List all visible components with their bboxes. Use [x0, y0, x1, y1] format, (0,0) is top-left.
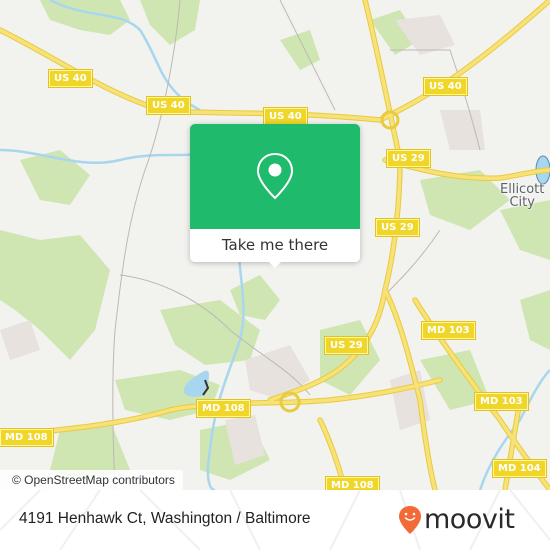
destination-popup: Take me there [190, 124, 360, 268]
route-shield-md-104: MD 104 [492, 459, 547, 478]
popup-pointer [267, 260, 283, 268]
route-shield-md-108: MD 108 [196, 399, 251, 418]
take-me-there-button[interactable]: Take me there [190, 229, 360, 262]
moovit-wordmark: moovit [424, 504, 515, 535]
route-shield-us-40: US 40 [423, 77, 468, 96]
route-shield-us-40: US 40 [263, 107, 308, 126]
map-view[interactable]: US 40 US 40 US 40 US 40 US 29 US 29 US 2… [0, 0, 550, 490]
route-shield-us-29: US 29 [386, 149, 431, 168]
map-attribution[interactable]: © OpenStreetMap contributors [0, 470, 183, 490]
place-label-line: City [509, 195, 535, 210]
route-shield-us-29: US 29 [375, 218, 420, 237]
route-shield-us-40: US 40 [48, 69, 93, 88]
route-shield-md-103: MD 103 [474, 392, 529, 411]
route-shield-md-108: MD 108 [325, 476, 380, 490]
route-shield-md-108: MD 108 [0, 428, 54, 447]
place-label-ellicott-city: Ellicott City [500, 183, 544, 209]
route-shield-us-29: US 29 [324, 336, 369, 355]
route-shield-md-103: MD 103 [421, 321, 476, 340]
address-text: 4191 Henhawk Ct, Washington / Baltimore [19, 510, 311, 527]
route-shield-us-40: US 40 [146, 96, 191, 115]
map-pin-icon [256, 152, 294, 200]
moovit-smiley-pin-icon [399, 506, 421, 534]
footer-bar: 4191 Henhawk Ct, Washington / Baltimore … [0, 490, 550, 550]
popup-header [190, 124, 360, 229]
